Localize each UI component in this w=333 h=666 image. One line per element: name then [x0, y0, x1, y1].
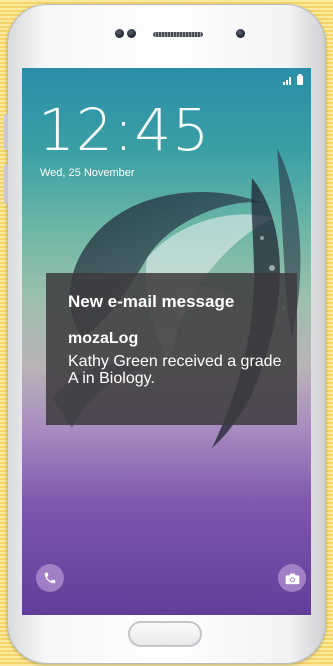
notification-body: Kathy Green received a grade A in Biolog… [68, 353, 282, 387]
status-bar [283, 74, 303, 85]
email-notification[interactable]: New e-mail message mozaLog Kathy Green r… [46, 273, 297, 425]
phone-shortcut-button[interactable] [36, 564, 64, 592]
earpiece-speaker [153, 32, 203, 37]
volume-button [4, 114, 8, 150]
camera-icon [285, 573, 299, 584]
notification-app-name: mozaLog [68, 330, 139, 347]
phone-icon [44, 572, 56, 584]
power-button [4, 164, 8, 204]
lock-screen: 12:45 Wed, 25 November New e-mail messag… [22, 68, 311, 615]
battery-icon [297, 74, 303, 85]
notification-title: New e-mail message [68, 292, 235, 311]
lockscreen-date: Wed, 25 November [40, 167, 135, 179]
camera-shortcut-button[interactable] [278, 564, 306, 592]
sensor-dot [127, 29, 136, 38]
lockscreen-clock: 12:45 [38, 96, 211, 164]
home-button[interactable] [128, 621, 202, 647]
sensor-dot [115, 29, 124, 38]
front-camera [236, 29, 245, 38]
signal-icon [283, 77, 291, 85]
